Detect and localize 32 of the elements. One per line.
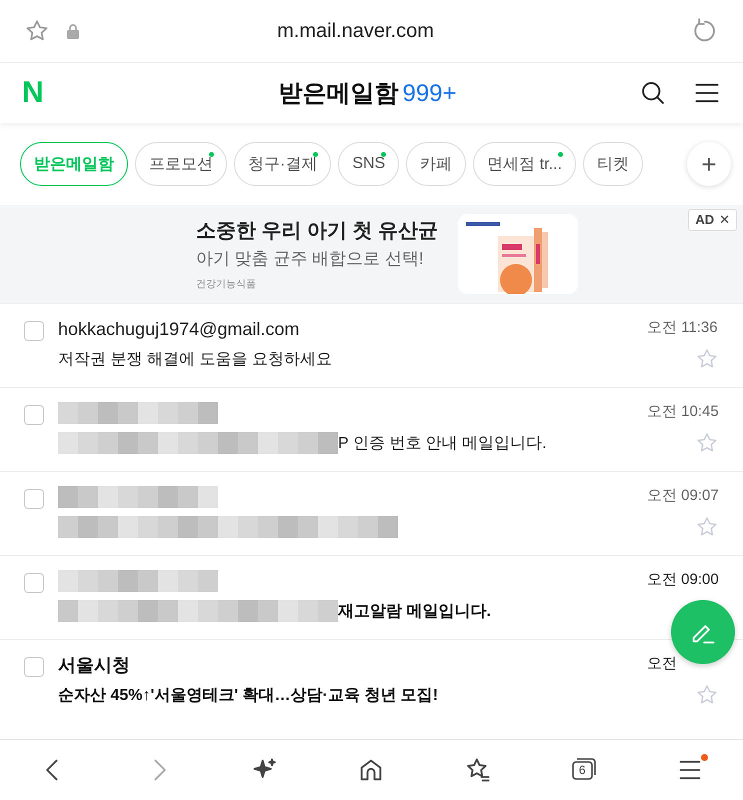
sender-name: hokkachuguj1974@gmail.com xyxy=(58,318,300,340)
mail-subject[interactable]: 순자산 45%↑'서울영테크' 확대…상담·교육 청년 모집! xyxy=(58,684,438,706)
add-tab-button[interactable]: + xyxy=(687,142,731,186)
ad-banner[interactable]: 소중한 우리 아기 첫 유산균 아기 맞춤 균주 배합으로 선택! 건강기능식품 AD ✕ xyxy=(0,205,743,303)
mailbox-title[interactable]: 받은메일함 999+ xyxy=(82,77,613,109)
mail-subject[interactable]: 저작권 분쟁 해결에 도움을 요청하세요 xyxy=(58,348,332,370)
category-tab[interactable]: 티켓 xyxy=(582,142,643,186)
checkbox[interactable] xyxy=(24,657,44,677)
category-tab[interactable]: 청구·결제 xyxy=(234,142,332,186)
lock-icon xyxy=(66,23,80,39)
mail-time: 오전 11:36 xyxy=(647,318,719,337)
url-text[interactable]: m.mail.naver.com xyxy=(96,20,615,42)
ad-category: 건강기능식품 xyxy=(196,278,257,291)
ad-title: 소중한 우리 아기 첫 유산균 xyxy=(196,219,440,244)
category-tab[interactable]: SNS xyxy=(338,142,400,186)
checkbox[interactable] xyxy=(24,489,44,509)
category-tab[interactable]: 카페 xyxy=(406,142,466,186)
search-icon[interactable] xyxy=(639,79,667,107)
mail-time: 오전 09:00 xyxy=(647,570,719,589)
checkbox[interactable] xyxy=(24,321,44,341)
mail-subject[interactable]: 재고알람 메일입니다. xyxy=(338,600,491,622)
mail-time: 오전 xyxy=(647,654,678,673)
category-tab[interactable]: 면세점 tr... xyxy=(473,142,576,186)
sender-name: 서울시청 xyxy=(58,654,130,677)
mail-subject[interactable]: P 인증 번호 안내 메일입니다. xyxy=(338,432,547,454)
mail-time: 오전 10:45 xyxy=(647,402,719,421)
checkbox[interactable] xyxy=(24,405,44,425)
mail-time: 오전 09:07 xyxy=(647,486,719,505)
ad-badge[interactable]: AD ✕ xyxy=(688,209,737,231)
checkbox[interactable] xyxy=(24,573,44,593)
category-tab[interactable]: 프로모션 xyxy=(135,142,227,186)
ad-subtitle: 아기 맞춤 균주 배합으로 선택! xyxy=(196,248,425,270)
